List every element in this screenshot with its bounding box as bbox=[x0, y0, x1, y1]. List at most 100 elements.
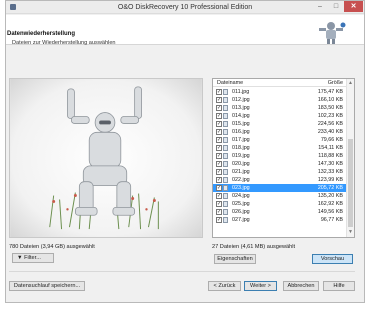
save-scan-button[interactable]: Datensuchlauf speichern... bbox=[9, 281, 85, 291]
maximize-button[interactable]: □ bbox=[328, 1, 344, 12]
file-checkbox[interactable]: ✓ bbox=[216, 153, 222, 159]
file-size: 102,23 KB bbox=[317, 113, 343, 119]
file-name: 015.jpg bbox=[232, 121, 250, 127]
file-name: 024.jpg bbox=[232, 193, 250, 199]
file-row[interactable]: ✓ 026.jpg 149,56 KB bbox=[213, 208, 347, 216]
image-file-icon bbox=[223, 105, 228, 111]
file-size: 96,77 KB bbox=[320, 217, 343, 223]
file-name: 012.jpg bbox=[232, 97, 250, 103]
help-button[interactable]: Hilfe bbox=[323, 281, 355, 291]
list-header: Dateiname Größe bbox=[213, 79, 347, 87]
file-checkbox[interactable]: ✓ bbox=[216, 137, 222, 143]
scroll-up-icon[interactable]: ▲ bbox=[348, 80, 353, 86]
image-file-icon bbox=[223, 193, 228, 199]
file-name: 014.jpg bbox=[232, 113, 250, 119]
file-row[interactable]: ✓ 020.jpg 147,30 KB bbox=[213, 160, 347, 168]
file-size: 154,11 KB bbox=[318, 145, 343, 151]
file-size: 162,92 KB bbox=[317, 201, 343, 207]
file-size: 135,20 KB bbox=[317, 193, 343, 199]
file-row[interactable]: ✓ 027.jpg 96,77 KB bbox=[213, 216, 347, 224]
file-checkbox[interactable]: ✓ bbox=[216, 145, 222, 151]
image-file-icon bbox=[223, 217, 228, 223]
file-checkbox[interactable]: ✓ bbox=[216, 97, 222, 103]
file-size: 79,66 KB bbox=[320, 137, 343, 143]
robot-logo-icon bbox=[313, 20, 349, 44]
file-size: 183,50 KB bbox=[317, 105, 343, 111]
file-checkbox[interactable]: ✓ bbox=[216, 113, 222, 119]
image-file-icon bbox=[223, 137, 228, 143]
file-size: 175,47 KB bbox=[317, 89, 343, 95]
minimize-button[interactable]: – bbox=[312, 1, 328, 12]
page-title: Datenwiederherstellung bbox=[7, 31, 76, 37]
file-row[interactable]: ✓ 023.jpg 205,72 KB bbox=[213, 184, 347, 192]
page-subtitle: Dateien zur Wiederherstellung auswählen bbox=[12, 40, 116, 46]
file-checkbox[interactable]: ✓ bbox=[216, 201, 222, 207]
file-checkbox[interactable]: ✓ bbox=[216, 161, 222, 167]
file-row[interactable]: ✓ 016.jpg 233,40 KB bbox=[213, 128, 347, 136]
file-checkbox[interactable]: ✓ bbox=[216, 89, 222, 95]
file-size: 233,40 KB bbox=[317, 129, 343, 135]
file-checkbox[interactable]: ✓ bbox=[216, 169, 222, 175]
image-file-icon bbox=[223, 89, 228, 95]
image-preview bbox=[9, 78, 203, 238]
file-row[interactable]: ✓ 014.jpg 102,23 KB bbox=[213, 112, 347, 120]
file-checkbox[interactable]: ✓ bbox=[216, 129, 222, 135]
footer-divider bbox=[9, 271, 355, 272]
file-rows: ✓ 011.jpg 175,47 KB ✓ 012.jpg 166,10 KB ✓ 013.j… bbox=[213, 88, 347, 224]
file-size: 205,72 KB bbox=[317, 185, 343, 191]
vertical-scrollbar[interactable]: ▲ ▼ bbox=[346, 79, 354, 237]
file-row[interactable]: ✓ 024.jpg 135,20 KB bbox=[213, 192, 347, 200]
file-checkbox[interactable]: ✓ bbox=[216, 177, 222, 183]
image-file-icon bbox=[223, 185, 228, 191]
scroll-down-icon[interactable]: ▼ bbox=[348, 229, 353, 235]
file-row[interactable]: ✓ 025.jpg 162,92 KB bbox=[213, 200, 347, 208]
image-file-icon bbox=[223, 113, 228, 119]
file-checkbox[interactable]: ✓ bbox=[216, 105, 222, 111]
file-name: 016.jpg bbox=[232, 129, 250, 135]
image-file-icon bbox=[223, 145, 228, 151]
file-name: 011.jpg bbox=[232, 89, 250, 95]
file-checkbox[interactable]: ✓ bbox=[216, 185, 222, 191]
close-button[interactable]: ✕ bbox=[344, 1, 363, 12]
image-file-icon bbox=[223, 161, 228, 167]
file-row[interactable]: ✓ 019.jpg 118,88 KB bbox=[213, 152, 347, 160]
file-row[interactable]: ✓ 018.jpg 154,11 KB bbox=[213, 144, 347, 152]
scroll-thumb[interactable] bbox=[348, 139, 353, 227]
status-selected-folder: 27 Dateien (4,61 MB) ausgewählt bbox=[212, 244, 296, 250]
image-file-icon bbox=[223, 153, 228, 159]
file-row[interactable]: ✓ 013.jpg 183,50 KB bbox=[213, 104, 347, 112]
file-checkbox[interactable]: ✓ bbox=[216, 217, 222, 223]
file-checkbox[interactable]: ✓ bbox=[216, 121, 222, 127]
column-header-size[interactable]: Größe bbox=[328, 80, 343, 86]
file-row[interactable]: ✓ 017.jpg 79,66 KB bbox=[213, 136, 347, 144]
file-name: 022.jpg bbox=[232, 177, 250, 183]
file-row[interactable]: ✓ 012.jpg 166,10 KB bbox=[213, 96, 347, 104]
image-file-icon bbox=[223, 121, 228, 127]
cancel-button[interactable]: Abbrechen bbox=[283, 281, 319, 291]
file-list[interactable]: Dateiname Größe ✓ 011.jpg 175,47 KB ✓ 012.jp… bbox=[212, 78, 355, 238]
properties-button[interactable]: Eigenschaften bbox=[214, 254, 256, 264]
file-checkbox[interactable]: ✓ bbox=[216, 209, 222, 215]
image-file-icon bbox=[223, 177, 228, 183]
file-checkbox[interactable]: ✓ bbox=[216, 193, 222, 199]
column-header-name[interactable]: Dateiname bbox=[217, 80, 243, 86]
file-row[interactable]: ✓ 011.jpg 175,47 KB bbox=[213, 88, 347, 96]
file-name: 013.jpg bbox=[232, 105, 250, 111]
file-row[interactable]: ✓ 021.jpg 132,33 KB bbox=[213, 168, 347, 176]
file-name: 019.jpg bbox=[232, 153, 250, 159]
title-bar[interactable]: O&O DiskRecovery 10 Professional Edition… bbox=[6, 1, 364, 14]
file-size: 166,10 KB bbox=[317, 97, 343, 103]
file-name: 017.jpg bbox=[232, 137, 250, 143]
next-button[interactable]: Weiter > bbox=[244, 281, 277, 291]
filter-button[interactable]: ▼ Filter... bbox=[12, 253, 54, 263]
file-row[interactable]: ✓ 022.jpg 123,99 KB bbox=[213, 176, 347, 184]
preview-button[interactable]: Vorschau bbox=[312, 254, 353, 264]
image-file-icon bbox=[223, 97, 228, 103]
file-row[interactable]: ✓ 015.jpg 224,56 KB bbox=[213, 120, 347, 128]
back-button[interactable]: < Zurück bbox=[208, 281, 241, 291]
file-name: 018.jpg bbox=[232, 145, 250, 151]
file-name: 020.jpg bbox=[232, 161, 250, 167]
window-title: O&O DiskRecovery 10 Professional Edition bbox=[117, 4, 253, 11]
file-size: 118,88 KB bbox=[318, 153, 343, 159]
status-selected-total: 780 Dateien (3,94 GB) ausgewählt bbox=[9, 244, 95, 250]
